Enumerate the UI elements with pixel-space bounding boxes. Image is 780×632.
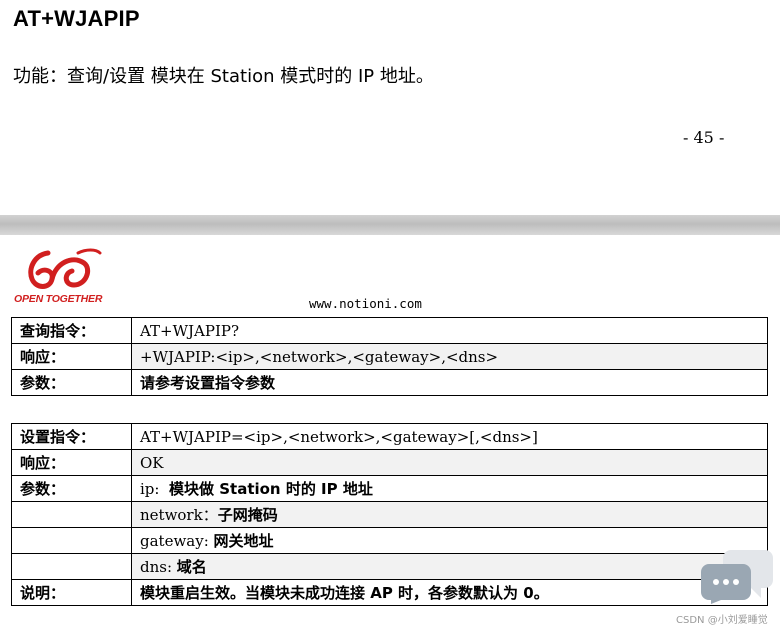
table-row: dns: 域名	[11, 553, 768, 580]
param-cell: gateway: 网关地址	[131, 527, 768, 554]
row-value: 模块重启生效。当模块未成功连接 AP 时，各参数默认为 0。	[131, 579, 768, 606]
table-row: 说明： 模块重启生效。当模块未成功连接 AP 时，各参数默认为 0。	[11, 579, 768, 606]
table-row: 设置指令： AT+WJAPIP=<ip>,<network>,<gateway>…	[11, 423, 768, 450]
row-label: 查询指令：	[11, 317, 132, 344]
param-cell: network：子网掩码	[131, 501, 768, 528]
table-row: 参数： 请参考设置指令参数	[11, 369, 768, 396]
logo-text: OPEN TOGETHER	[14, 293, 103, 305]
table-row: 响应： OK	[11, 449, 768, 476]
row-label: 参数：	[11, 369, 132, 396]
table-row: 参数： ip: 模块做 Station 时的 IP 地址	[11, 475, 768, 502]
function-description: 功能：查询/设置 模块在 Station 模式时的 IP 地址。	[13, 66, 434, 87]
website-url: www.notioni.com	[309, 296, 422, 311]
table-row: 查询指令： AT+WJAPIP?	[11, 317, 768, 344]
query-command-table: 查询指令： AT+WJAPIP? 响应： +WJAPIP:<ip>,<netwo…	[11, 317, 768, 396]
param-name: dns:	[140, 558, 173, 576]
param-name: network：	[140, 506, 218, 524]
row-value: AT+WJAPIP=<ip>,<network>,<gateway>[,<dns…	[131, 423, 768, 450]
row-label: 响应：	[11, 449, 132, 476]
section-heading: AT+WJAPIP	[13, 6, 140, 31]
row-value: OK	[131, 449, 768, 476]
param-cell: dns: 域名	[131, 553, 768, 580]
table-row: 响应： +WJAPIP:<ip>,<network>,<gateway>,<dn…	[11, 343, 768, 370]
row-label: 响应：	[11, 343, 132, 370]
param-desc: 子网掩码	[217, 506, 278, 524]
param-desc: 域名	[176, 558, 207, 576]
watermark-text: CSDN @小刘爱睡觉	[676, 615, 768, 626]
param-name: gateway:	[140, 532, 209, 550]
row-value: AT+WJAPIP?	[131, 317, 768, 344]
table-row: gateway: 网关地址	[11, 527, 768, 554]
row-value: 请参考设置指令参数	[131, 369, 768, 396]
param-desc: 模块做 Station 时的 IP 地址	[169, 480, 373, 498]
param-name: ip:	[140, 480, 160, 498]
row-label: 说明：	[11, 579, 132, 606]
page-break	[0, 215, 780, 235]
set-command-table: 设置指令： AT+WJAPIP=<ip>,<network>,<gateway>…	[11, 423, 768, 606]
table-row: network：子网掩码	[11, 501, 768, 528]
row-label-empty	[11, 501, 132, 528]
row-value: +WJAPIP:<ip>,<network>,<gateway>,<dns>	[131, 343, 768, 370]
param-cell: ip: 模块做 Station 时的 IP 地址	[131, 475, 768, 502]
row-label: 设置指令：	[11, 423, 132, 450]
param-desc: 网关地址	[213, 532, 274, 550]
page-number: - 45 -	[683, 128, 725, 147]
chat-bubble-icon	[701, 550, 773, 604]
row-label: 参数：	[11, 475, 132, 502]
row-label-empty	[11, 553, 132, 580]
row-label-empty	[11, 527, 132, 554]
